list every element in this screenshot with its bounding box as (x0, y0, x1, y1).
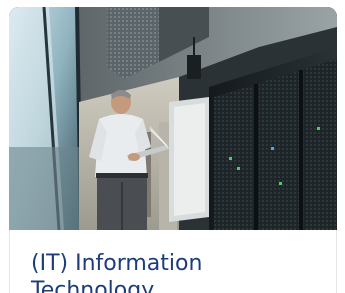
server-room-photo (9, 7, 337, 230)
card-title[interactable]: (IT) Information Technology (31, 250, 321, 293)
card-image (9, 7, 337, 230)
program-card[interactable]: (IT) Information Technology (0, 0, 345, 293)
card-body: (IT) Information Technology (9, 230, 337, 293)
